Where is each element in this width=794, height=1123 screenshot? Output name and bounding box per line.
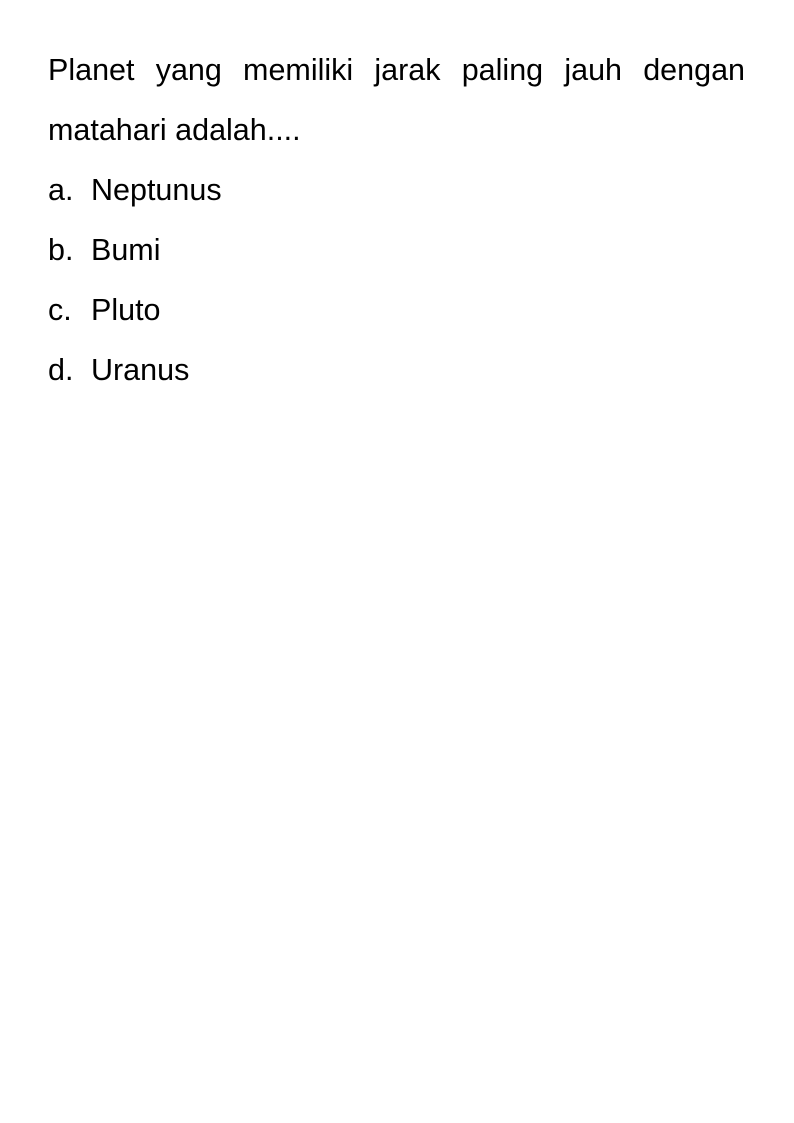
document-page: Planet yang memiliki jarak paling jauh d…: [48, 40, 745, 400]
option-text: Neptunus: [91, 173, 222, 207]
option-d: d. Uranus: [48, 340, 745, 400]
option-text: Uranus: [91, 353, 190, 387]
option-letter: d.: [48, 353, 74, 387]
option-a: a. Neptunus: [48, 160, 745, 220]
option-c: c. Pluto: [48, 280, 745, 340]
option-text: Pluto: [91, 293, 161, 327]
option-letter: a.: [48, 173, 74, 207]
option-text: Bumi: [91, 233, 161, 267]
option-b: b. Bumi: [48, 220, 745, 280]
option-letter: b.: [48, 233, 74, 267]
option-letter: c.: [48, 293, 72, 327]
answer-options: a. Neptunus b. Bumi c. Pluto d. Uranus: [48, 160, 745, 400]
question-text: Planet yang memiliki jarak paling jauh d…: [48, 53, 745, 147]
